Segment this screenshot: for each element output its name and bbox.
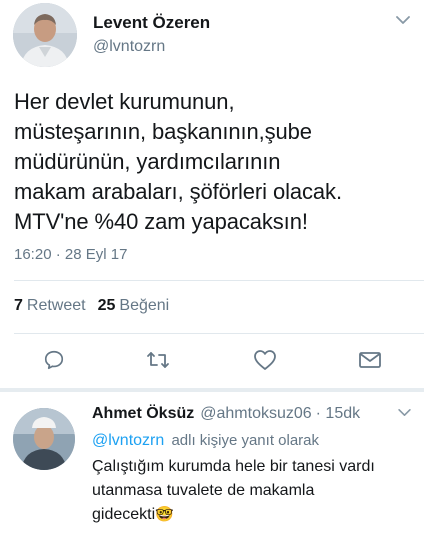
retweet-button[interactable] bbox=[144, 346, 172, 374]
reply-author-handle[interactable]: @ahmtoksuz06 bbox=[200, 405, 311, 423]
tweet-text-line: müdürünün, yardımcılarının bbox=[14, 149, 281, 174]
like-count: 25 bbox=[97, 297, 116, 314]
chevron-down-icon[interactable] bbox=[393, 12, 413, 28]
tweet-text: Her devlet kurumunun, müsteşarının, başk… bbox=[14, 87, 419, 237]
author-handle[interactable]: @lvntozrn bbox=[93, 38, 165, 56]
comment-icon bbox=[44, 350, 64, 370]
avatar-photo bbox=[13, 3, 77, 67]
reply-text-line: utanmasa tuvalete de makamla bbox=[92, 482, 315, 499]
reply-author-name[interactable]: Ahmet Öksüz bbox=[92, 405, 194, 423]
reply-text-line: Çalıştığım kurumda hele bir tanesi vardı bbox=[92, 458, 375, 475]
like-stat[interactable]: 25 Beğeni bbox=[98, 297, 170, 315]
like-button[interactable] bbox=[251, 346, 279, 374]
reply-text: Çalıştığım kurumda hele bir tanesi vardı… bbox=[92, 455, 422, 527]
retweet-count: 7 bbox=[14, 297, 23, 314]
retweet-stat[interactable]: 7 Retweet bbox=[14, 297, 86, 315]
section-separator bbox=[0, 388, 424, 392]
stats-row: 7 Retweet 25 Beğeni bbox=[14, 297, 169, 315]
reply-to-link[interactable]: @lvntozrn bbox=[92, 432, 164, 449]
envelope-icon bbox=[359, 352, 381, 368]
reply-text-fragment: gidecekti bbox=[92, 506, 156, 523]
retweet-label: Retweet bbox=[26, 297, 86, 314]
tweet-timestamp[interactable]: 16:20 · 28 Eyl 17 bbox=[14, 246, 127, 263]
divider bbox=[14, 280, 424, 281]
reply-time[interactable]: · 15dk bbox=[316, 405, 360, 423]
reply-text-line: gidecekti🤓 bbox=[92, 503, 422, 527]
share-button[interactable] bbox=[356, 346, 384, 374]
tweet-text-line: müsteşarının, başkanının,şube bbox=[14, 119, 312, 144]
heart-icon bbox=[254, 350, 276, 370]
author-name[interactable]: Levent Özeren bbox=[93, 13, 210, 33]
tweet-text-line: MTV'ne %40 zam yapacaksın! bbox=[14, 209, 308, 234]
author-avatar[interactable] bbox=[13, 3, 77, 67]
reply-to-suffix: adlı kişiye yanıt olarak bbox=[171, 432, 320, 449]
like-label: Beğeni bbox=[119, 297, 170, 314]
reply-button[interactable] bbox=[40, 346, 68, 374]
nerd-face-icon: 🤓 bbox=[155, 506, 174, 523]
reply-header: Ahmet Öksüz @ahmtoksuz06 · 15dk bbox=[92, 405, 360, 423]
reply-author-avatar[interactable] bbox=[13, 408, 75, 470]
retweet-icon bbox=[147, 352, 169, 368]
divider bbox=[14, 333, 424, 334]
tweet-text-line: Her devlet kurumunun, bbox=[14, 89, 235, 114]
tweet-text-line: makam arabaları, şöförleri olacak. bbox=[14, 179, 342, 204]
chevron-down-icon[interactable] bbox=[395, 405, 413, 419]
reply-context: @lvntozrn adlı kişiye yanıt olarak bbox=[92, 432, 319, 450]
avatar-photo bbox=[13, 408, 75, 470]
